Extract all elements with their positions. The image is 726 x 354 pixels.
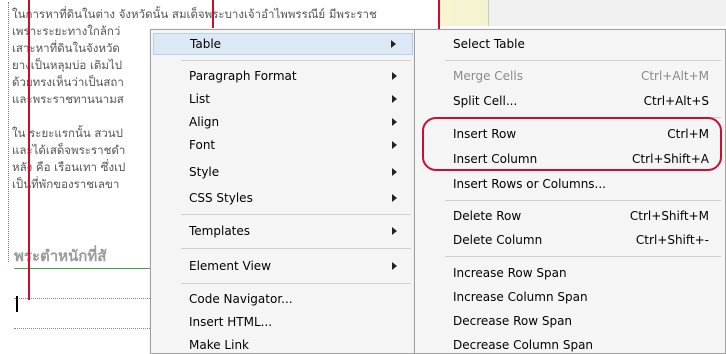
menu-item-css-styles[interactable]: CSS Styles bbox=[153, 187, 413, 209]
menu-separator bbox=[181, 248, 411, 249]
menu-item-shortcut: Ctrl+Alt+M bbox=[640, 69, 709, 83]
annotation-line bbox=[28, 0, 30, 300]
menu-item-label: Delete Row bbox=[453, 209, 522, 223]
menu-separator bbox=[445, 200, 721, 201]
menu-item-style[interactable]: Style bbox=[153, 161, 413, 183]
side-panel-header bbox=[488, 0, 726, 26]
menu-item-label: Decrease Column Span bbox=[453, 338, 594, 352]
menu-item-delete-column[interactable]: Delete Column Ctrl+Shift+- bbox=[417, 229, 723, 251]
submenu-arrow-icon bbox=[392, 95, 397, 103]
menu-item-insert-rows-or-columns[interactable]: Insert Rows or Columns... bbox=[417, 173, 723, 195]
menu-item-label: Insert HTML... bbox=[189, 315, 273, 329]
context-menu: Table Paragraph Format List Align Font S… bbox=[150, 29, 416, 354]
submenu-arrow-icon bbox=[392, 141, 397, 149]
menu-item-decrease-column-span[interactable]: Decrease Column Span bbox=[417, 334, 723, 354]
menu-item-label: Increase Column Span bbox=[453, 290, 588, 304]
submenu-arrow-icon bbox=[392, 72, 397, 80]
menu-item-element-view[interactable]: Element View bbox=[153, 255, 413, 277]
menu-item-label: CSS Styles bbox=[189, 191, 253, 205]
menu-item-label: Insert Rows or Columns... bbox=[453, 177, 606, 191]
menu-item-make-link[interactable]: Make Link bbox=[153, 334, 413, 354]
submenu-arrow-icon bbox=[392, 168, 397, 176]
menu-item-code-navigator[interactable]: Code Navigator... bbox=[153, 288, 413, 310]
menu-separator bbox=[445, 256, 721, 257]
menu-separator bbox=[181, 60, 411, 61]
menu-separator bbox=[181, 283, 411, 284]
menu-item-shortcut: Ctrl+Alt+S bbox=[643, 94, 709, 108]
menu-item-merge-cells[interactable]: Merge Cells Ctrl+Alt+M bbox=[417, 65, 723, 87]
menu-item-label: Font bbox=[189, 138, 216, 152]
menu-item-delete-row[interactable]: Delete Row Ctrl+Shift+M bbox=[417, 205, 723, 227]
menu-item-label: Make Link bbox=[189, 338, 249, 352]
menu-item-label: Style bbox=[189, 165, 220, 179]
menu-item-shortcut: Ctrl+Shift+- bbox=[635, 233, 709, 247]
menu-item-decrease-row-span[interactable]: Decrease Row Span bbox=[417, 310, 723, 332]
submenu-arrow-icon bbox=[391, 40, 396, 48]
submenu-arrow-icon bbox=[392, 194, 397, 202]
menu-item-paragraph-format[interactable]: Paragraph Format bbox=[153, 65, 413, 87]
menu-item-label: Delete Column bbox=[453, 233, 543, 247]
menu-item-split-cell[interactable]: Split Cell... Ctrl+Alt+S bbox=[417, 90, 723, 112]
menu-item-label: List bbox=[189, 92, 210, 106]
menu-item-label: Select Table bbox=[453, 37, 525, 51]
menu-item-increase-row-span[interactable]: Increase Row Span bbox=[417, 262, 723, 284]
menu-item-list[interactable]: List bbox=[153, 88, 413, 110]
menu-item-increase-column-span[interactable]: Increase Column Span bbox=[417, 286, 723, 308]
menu-item-align[interactable]: Align bbox=[153, 111, 413, 133]
menu-item-label: Decrease Row Span bbox=[453, 314, 573, 328]
menu-item-insert-html[interactable]: Insert HTML... bbox=[153, 311, 413, 333]
menu-item-shortcut: Ctrl+Shift+M bbox=[629, 209, 709, 223]
menu-separator bbox=[445, 60, 721, 61]
submenu-arrow-icon bbox=[392, 227, 397, 235]
submenu-arrow-icon bbox=[392, 118, 397, 126]
menu-item-select-table[interactable]: Select Table bbox=[417, 33, 723, 55]
menu-item-label: Table bbox=[190, 37, 222, 51]
menu-item-label: Increase Row Span bbox=[453, 266, 567, 280]
menu-item-label: Paragraph Format bbox=[189, 69, 297, 83]
menu-item-font[interactable]: Font bbox=[153, 134, 413, 156]
annotation-highlight bbox=[422, 117, 722, 171]
menu-item-label: Element View bbox=[189, 259, 271, 273]
menu-item-templates[interactable]: Templates bbox=[153, 220, 413, 242]
text-cursor bbox=[16, 296, 18, 312]
menu-item-label: Split Cell... bbox=[453, 94, 518, 108]
menu-item-label: Templates bbox=[189, 224, 251, 238]
table-submenu: Select Table Merge Cells Ctrl+Alt+M Spli… bbox=[414, 29, 726, 354]
doc-margin-guide bbox=[8, 2, 9, 262]
text-line: ในการหาที่ดินในต่าง จังหวัดนั้น สมเด็จพร… bbox=[12, 7, 377, 21]
menu-separator bbox=[181, 214, 411, 215]
menu-item-table[interactable]: Table bbox=[153, 33, 413, 55]
menu-item-label: Align bbox=[189, 115, 220, 129]
submenu-arrow-icon bbox=[392, 262, 397, 270]
annotation-line bbox=[212, 0, 214, 28]
menu-item-label: Merge Cells bbox=[453, 69, 523, 83]
menu-item-label: Code Navigator... bbox=[189, 292, 293, 306]
